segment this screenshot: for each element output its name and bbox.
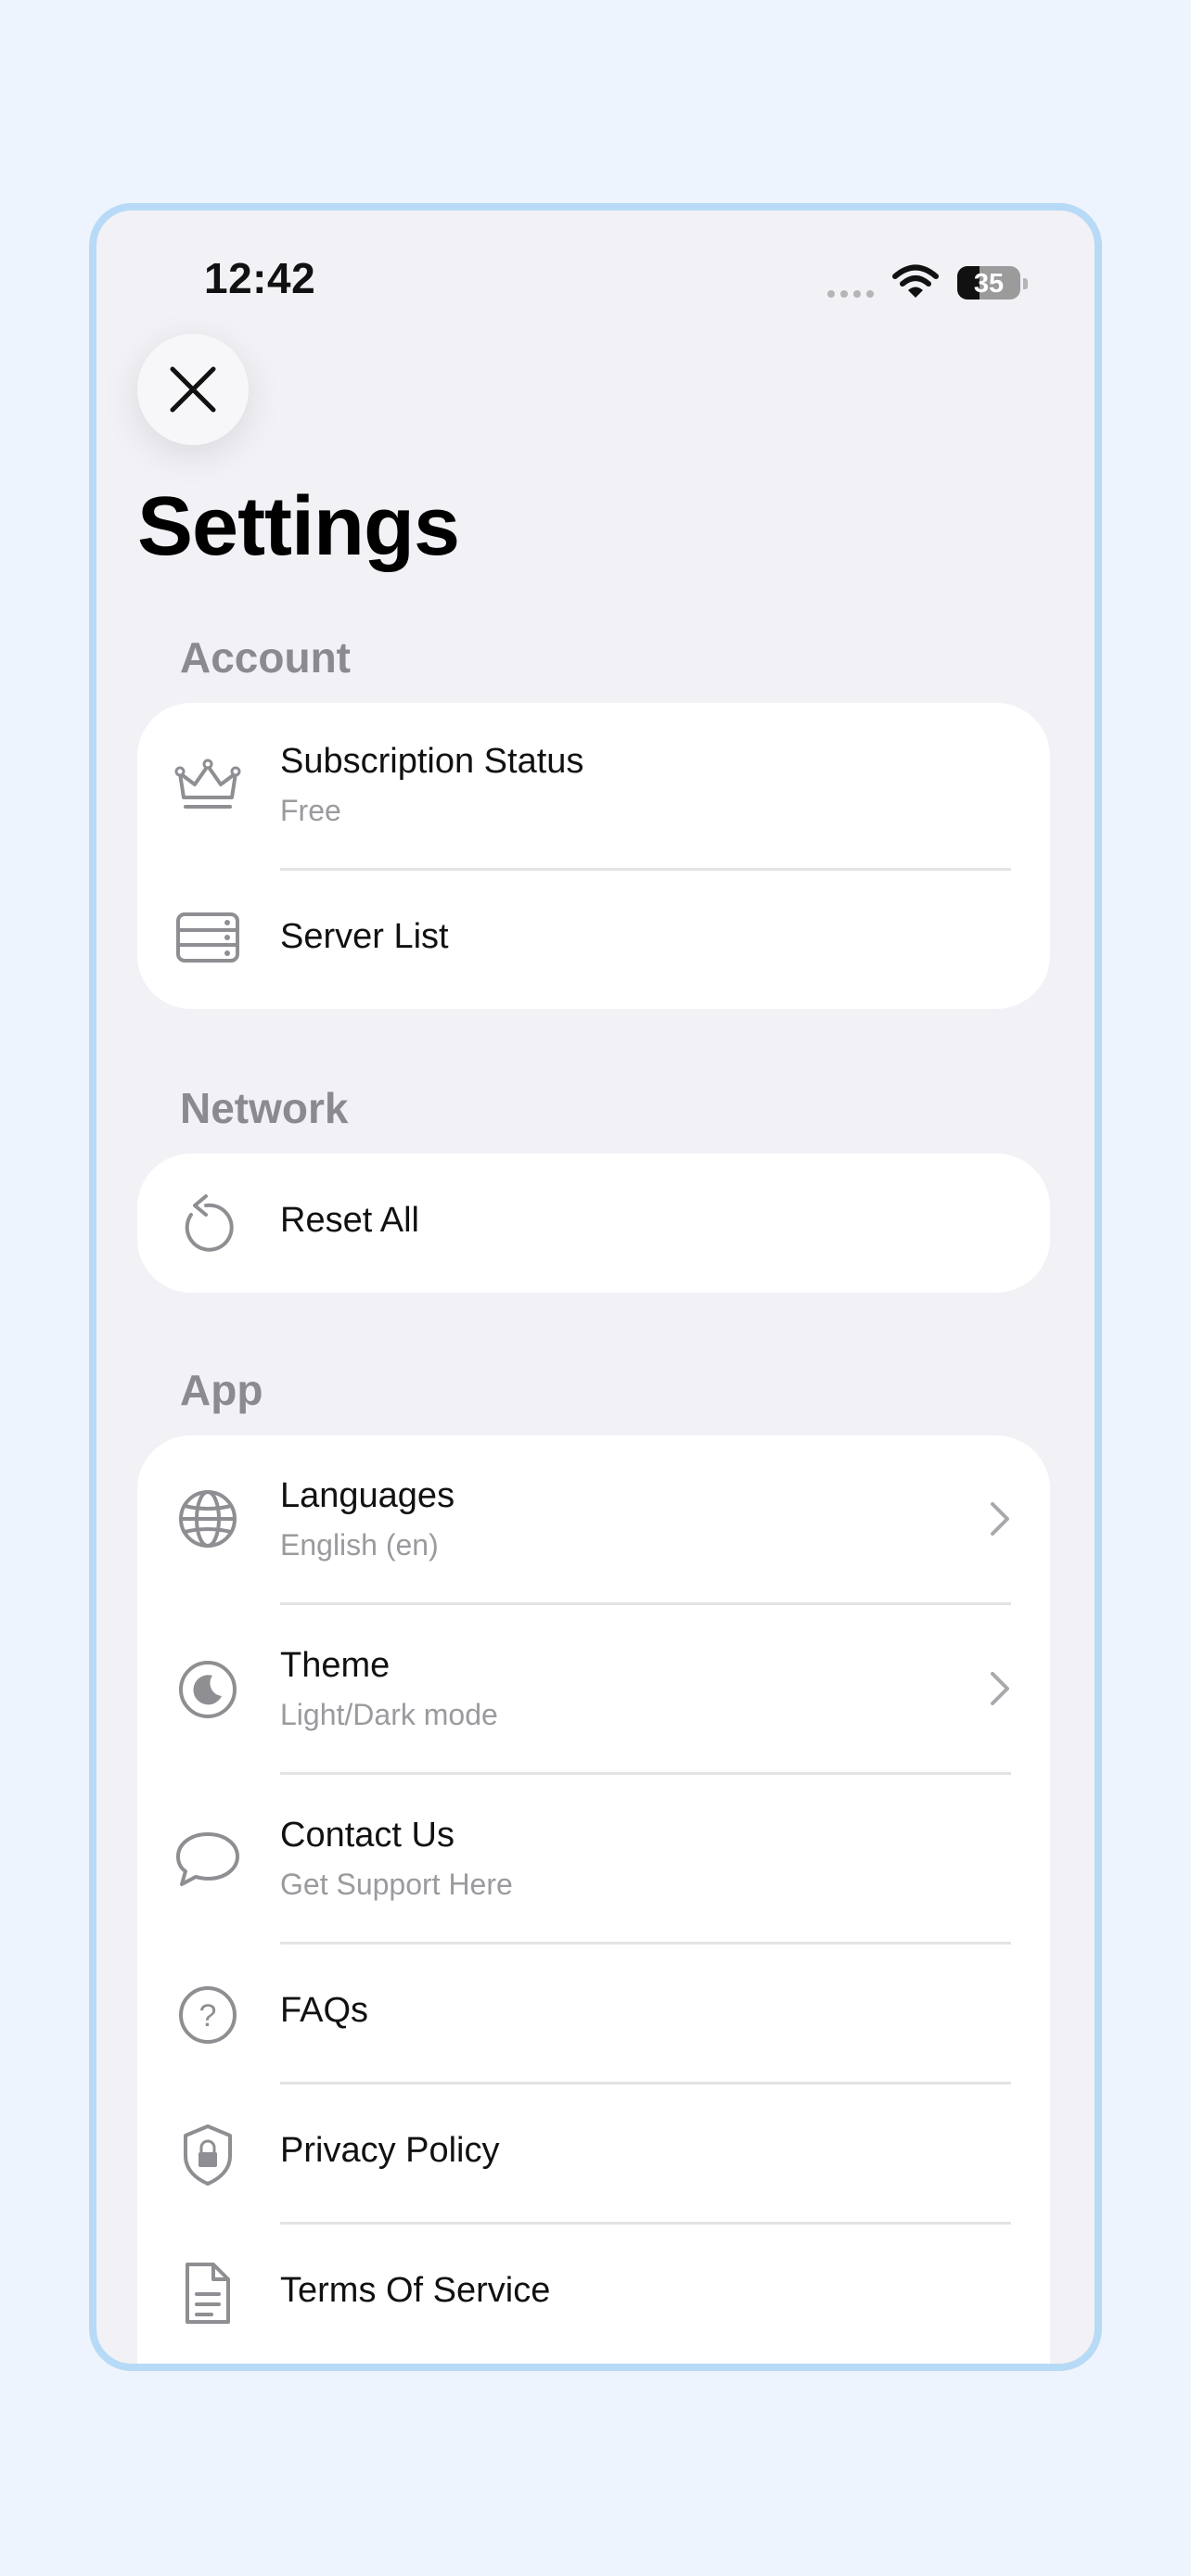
status-bar: 12:42 35 bbox=[96, 210, 1095, 350]
terms-of-service-row[interactable]: Terms Of Service bbox=[137, 2225, 1050, 2366]
chat-bubble-icon bbox=[174, 1826, 241, 1893]
phone-screen: 12:42 35 Settings Account Subscription S… bbox=[89, 203, 1102, 2371]
section-header-app: App bbox=[180, 1366, 263, 1414]
row-title: Theme bbox=[280, 1646, 391, 1685]
wifi-icon bbox=[892, 264, 939, 298]
subscription-status-row[interactable]: Subscription Status Free bbox=[137, 703, 1050, 871]
row-title: Privacy Policy bbox=[280, 2131, 500, 2170]
reset-icon bbox=[174, 1191, 241, 1257]
battery-icon: 35 bbox=[957, 266, 1020, 300]
account-card: Subscription Status Free Server List bbox=[137, 703, 1050, 1009]
question-icon: ? bbox=[174, 1982, 241, 2048]
reset-all-row[interactable]: Reset All bbox=[137, 1154, 1050, 1293]
divider bbox=[280, 2364, 1011, 2366]
row-subtitle: English (en) bbox=[280, 1528, 439, 1562]
server-list-row[interactable]: Server List bbox=[137, 871, 1050, 1009]
network-card: Reset All bbox=[137, 1154, 1050, 1293]
chevron-right-icon bbox=[991, 1672, 1009, 1705]
crown-icon bbox=[174, 753, 241, 820]
faqs-row[interactable]: ? FAQs bbox=[137, 1945, 1050, 2085]
chevron-right-icon bbox=[991, 1502, 1009, 1536]
section-header-network: Network bbox=[180, 1084, 349, 1132]
moon-icon bbox=[174, 1656, 241, 1723]
battery-cap bbox=[1023, 278, 1028, 289]
contact-us-row[interactable]: Contact Us Get Support Here bbox=[137, 1775, 1050, 1945]
document-icon bbox=[174, 2260, 241, 2327]
battery-percentage: 35 bbox=[973, 269, 1005, 299]
row-title: Languages bbox=[280, 1476, 455, 1515]
theme-row[interactable]: Theme Light/Dark mode bbox=[137, 1605, 1050, 1775]
row-title: Subscription Status bbox=[280, 742, 584, 781]
row-subtitle: Light/Dark mode bbox=[280, 1698, 498, 1731]
cellular-signal-icon bbox=[827, 290, 874, 298]
row-title: Contact Us bbox=[280, 1816, 455, 1855]
row-title: Server List bbox=[280, 917, 449, 956]
page-title: Settings bbox=[137, 480, 460, 573]
row-subtitle: Free bbox=[280, 794, 341, 827]
row-title: Terms Of Service bbox=[280, 2271, 551, 2310]
privacy-policy-row[interactable]: Privacy Policy bbox=[137, 2085, 1050, 2225]
server-icon bbox=[174, 904, 241, 971]
row-title: Reset All bbox=[280, 1201, 419, 1240]
svg-text:?: ? bbox=[199, 1998, 217, 2034]
globe-icon bbox=[174, 1486, 241, 1552]
status-time: 12:42 bbox=[204, 254, 316, 302]
app-card: Languages English (en) Theme Light/Dark … bbox=[137, 1435, 1050, 2366]
languages-row[interactable]: Languages English (en) bbox=[137, 1435, 1050, 1605]
close-button[interactable] bbox=[137, 334, 249, 445]
shield-lock-icon bbox=[174, 2122, 241, 2188]
row-subtitle: Get Support Here bbox=[280, 1868, 513, 1901]
row-title: FAQs bbox=[280, 1991, 369, 2030]
section-header-account: Account bbox=[180, 633, 351, 682]
close-icon bbox=[170, 366, 216, 413]
